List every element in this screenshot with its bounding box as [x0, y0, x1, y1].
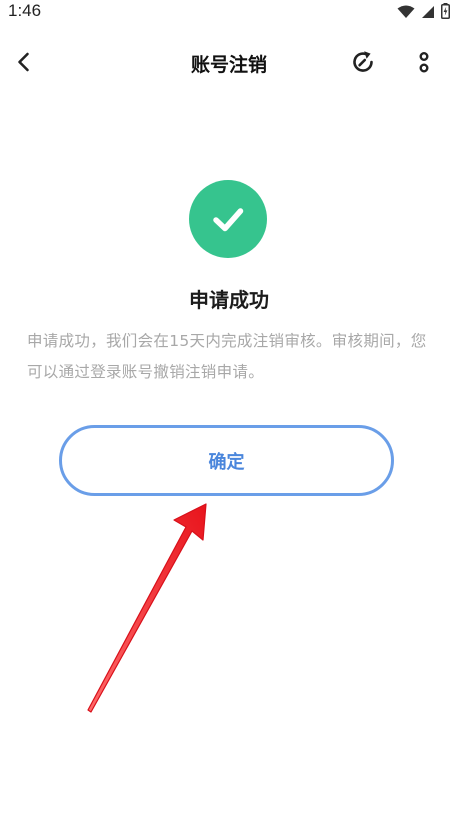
signal-icon [421, 4, 435, 23]
confirm-button[interactable]: 确定 [59, 425, 394, 496]
refresh-icon [349, 48, 377, 80]
status-time: 1:46 [8, 1, 42, 20]
more-vertical-icon [417, 48, 431, 80]
app-header: 账号注销 [0, 38, 458, 88]
page-title: 账号注销 [190, 54, 267, 76]
wifi-icon [397, 4, 415, 23]
success-title: 申请成功 [189, 288, 269, 312]
annotation-arrow-icon [87, 503, 207, 713]
refresh-button[interactable] [348, 49, 378, 79]
battery-charging-icon [441, 3, 450, 23]
status-bar: 1:46 [0, 0, 458, 26]
success-description: 申请成功，我们会在15天内完成注销审核。审核期间，您可以通过登录账号撤销注销申请… [27, 332, 427, 381]
status-icons [397, 3, 450, 23]
success-check-icon [189, 180, 267, 258]
more-button[interactable] [410, 49, 438, 79]
